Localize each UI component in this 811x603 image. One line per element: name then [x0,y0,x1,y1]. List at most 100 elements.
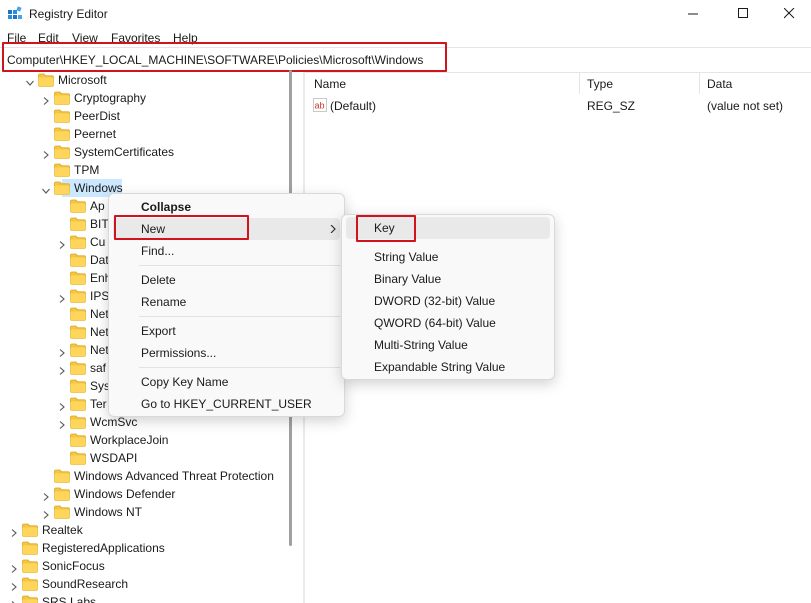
tree-item[interactable]: SonicFocus [0,557,303,575]
column-divider[interactable] [579,72,580,94]
chevron-right-icon[interactable] [10,526,18,537]
submenu-item-dword-value[interactable]: DWORD (32-bit) Value [342,290,554,312]
submenu-item-string-value[interactable]: String Value [342,246,554,268]
menu-item-label: Expandable String Value [374,360,506,374]
tree-item-label: Net [90,325,109,339]
tree-item[interactable]: Cryptography [0,89,303,107]
folder-icon [70,379,86,393]
tree-item[interactable]: Realtek [0,521,303,539]
folder-icon [54,505,70,519]
chevron-right-icon[interactable] [58,418,66,429]
value-data: (value not set) [707,99,784,113]
maximize-button[interactable] [721,3,767,25]
folder-icon [54,145,70,159]
tree-item-label: Ap [90,199,105,213]
chevron-right-icon[interactable] [42,148,50,159]
chevron-right-icon[interactable] [58,400,66,411]
chevron-right-icon[interactable] [58,238,66,249]
folder-icon [54,181,70,195]
submenu-item-expandable-string-value[interactable]: Expandable String Value [342,356,554,378]
chevron-right-icon[interactable] [10,598,18,603]
chevron-down-icon[interactable] [42,184,50,194]
chevron-right-icon[interactable] [10,580,18,591]
string-value-icon: ab [313,98,327,112]
tree-item-label: WorkplaceJoin [90,433,169,447]
column-divider[interactable] [699,72,700,94]
tree-item[interactable]: WSDAPI [0,449,303,467]
tree-item-label: SonicFocus [42,559,105,573]
submenu-item-multi-string-value[interactable]: Multi-String Value [342,334,554,356]
tree-item[interactable]: SoundResearch [0,575,303,593]
chevron-right-icon[interactable] [10,562,18,573]
folder-icon [70,343,86,357]
menu-item-label: Permissions... [141,346,217,360]
menu-item-delete[interactable]: Delete [109,269,344,291]
menu-item-permissions[interactable]: Permissions... [109,342,344,364]
submenu-item-binary-value[interactable]: Binary Value [342,268,554,290]
folder-icon [70,289,86,303]
menu-item-label: Export [141,324,176,338]
tree-item-label: Windows NT [74,505,143,519]
menu-item-label: QWORD (64-bit) Value [374,316,496,330]
column-header-data[interactable]: Data [707,77,732,91]
menu-item-label: Binary Value [374,272,442,286]
registry-editor-icon [7,6,23,22]
menu-item-copy-key-name[interactable]: Copy Key Name [109,371,344,393]
chevron-down-icon[interactable] [26,76,34,86]
chevron-right-icon[interactable] [42,508,50,519]
chevron-right-icon[interactable] [58,364,66,375]
tree-item[interactable]: RegisteredApplications [0,539,303,557]
menu-item-label: Find... [141,244,175,258]
chevron-right-icon[interactable] [58,292,66,303]
value-type: REG_SZ [587,99,636,113]
menu-item-rename[interactable]: Rename [109,291,344,313]
folder-icon [54,487,70,501]
folder-icon [22,595,38,603]
tree-item[interactable]: Windows NT [0,503,303,521]
folder-icon [70,361,86,375]
folder-icon [22,577,38,591]
chevron-right-icon[interactable] [58,346,66,357]
folder-icon [22,523,38,537]
folder-icon [54,109,70,123]
maximize-icon [738,8,748,18]
tree-item[interactable]: Peernet [0,125,303,143]
tree-item-label: Microsoft [58,73,107,87]
folder-icon [54,127,70,141]
tree-item[interactable]: SRS Labs [0,593,303,603]
chevron-right-icon[interactable] [42,490,50,501]
minimize-button[interactable] [671,3,717,25]
chevron-right-icon[interactable] [42,94,50,105]
tree-item[interactable]: TPM [0,161,303,179]
tree-item[interactable]: SystemCertificates [0,143,303,161]
menu-item-label: Delete [141,273,176,287]
close-icon [784,8,795,19]
folder-icon [70,235,86,249]
address-highlight-box [2,42,447,72]
menu-item-find[interactable]: Find... [109,240,344,262]
folder-icon [54,469,70,483]
tree-item-label: Cryptography [74,91,147,105]
submenu-item-qword-value[interactable]: QWORD (64-bit) Value [342,312,554,334]
folder-icon [54,163,70,177]
tree-item[interactable]: Microsoft [0,72,303,89]
tree-item-label: IPS [90,289,110,303]
menu-item-go-to-hkcu[interactable]: Go to HKEY_CURRENT_USER [109,393,344,415]
folder-icon [70,253,86,267]
menu-item-label: DWORD (32-bit) Value [374,294,496,308]
tree-item-label: WcmSvc [90,415,138,429]
tree-item[interactable]: Windows Advanced Threat Protection [0,467,303,485]
column-header-type[interactable]: Type [587,77,613,91]
close-button[interactable] [767,3,811,25]
tree-item-label: Ter [90,397,107,411]
tree-item-label: SRS Labs [42,595,97,603]
tree-item-label: saf [90,361,107,375]
column-header-name[interactable]: Name [314,77,346,91]
tree-item-label: Cu [90,235,106,249]
tree-item[interactable]: WorkplaceJoin [0,431,303,449]
window-title: Registry Editor [29,7,108,21]
folder-icon [22,559,38,573]
tree-item[interactable]: Windows Defender [0,485,303,503]
menu-item-export[interactable]: Export [109,320,344,342]
tree-item[interactable]: PeerDist [0,107,303,125]
